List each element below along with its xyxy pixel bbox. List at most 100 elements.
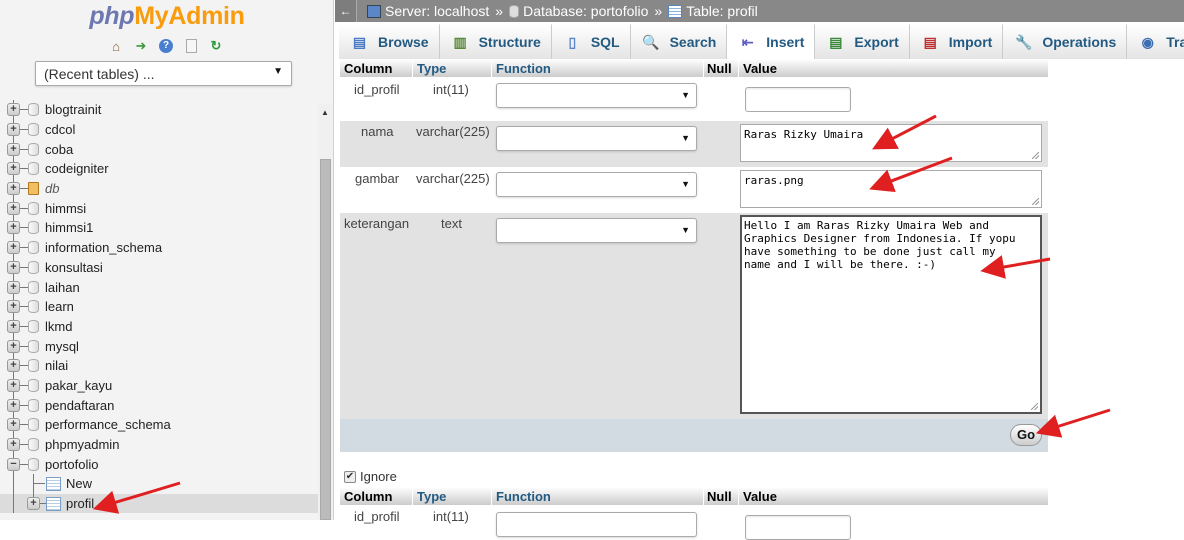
- go-button[interactable]: Go: [1010, 424, 1042, 446]
- tab-sql[interactable]: ▯ SQL: [551, 24, 631, 59]
- checkmark-icon[interactable]: ✔: [344, 470, 356, 483]
- function-select[interactable]: ▼: [496, 126, 697, 151]
- sidebar-item-label[interactable]: cdcol: [45, 122, 75, 137]
- tab-browse[interactable]: ▤ Browse: [339, 24, 440, 59]
- breadcrumb-server[interactable]: Server: localhost: [385, 3, 489, 19]
- sidebar-item-label[interactable]: mysql: [45, 339, 79, 354]
- recent-tables-select[interactable]: (Recent tables) ... ▼: [35, 61, 292, 86]
- sidebar-item-label[interactable]: himmsi: [45, 201, 86, 216]
- tab-structure[interactable]: ▥ Structure: [439, 24, 552, 59]
- expand-icon[interactable]: +: [7, 280, 20, 294]
- value-textarea-keterangan[interactable]: Hello I am Raras Rizky Umaira Web and Gr…: [740, 215, 1042, 414]
- sidebar-item-label[interactable]: portofolio: [45, 457, 98, 472]
- sidebar-item-label[interactable]: performance_schema: [45, 417, 171, 432]
- sidebar-item-konsultasi[interactable]: + konsultasi: [0, 257, 318, 278]
- expand-icon[interactable]: +: [7, 142, 20, 156]
- tab-insert[interactable]: ⇤ Insert: [727, 24, 816, 59]
- sidebar-item-label[interactable]: db: [45, 181, 59, 196]
- ignore-checkbox[interactable]: ✔ Ignore: [344, 469, 397, 484]
- sidebar-item-himmsi[interactable]: + himmsi: [0, 198, 318, 219]
- sidebar-item-mysql[interactable]: + mysql: [0, 336, 318, 356]
- scroll-up-icon[interactable]: ▲: [321, 108, 329, 117]
- sidebar-item-cdcol[interactable]: + cdcol: [0, 119, 318, 140]
- logout-icon[interactable]: ➜: [132, 37, 150, 55]
- reload-icon[interactable]: ↻: [207, 37, 225, 55]
- expand-icon[interactable]: +: [7, 260, 20, 274]
- expand-icon[interactable]: +: [7, 300, 20, 314]
- phpmyadmin-logo[interactable]: phpMyAdmin: [0, 2, 334, 31]
- sidebar-item-performance_schema[interactable]: + performance_schema: [0, 415, 318, 435]
- tab-import[interactable]: ▤ Import: [909, 24, 1004, 59]
- sidebar-item-pendaftaran[interactable]: + pendaftaran: [0, 395, 318, 415]
- expand-icon[interactable]: +: [27, 497, 40, 511]
- tab-operations[interactable]: 🔧 Operations: [1003, 24, 1128, 59]
- sidebar-item-coba[interactable]: + coba: [0, 139, 318, 160]
- sidebar-item-label[interactable]: New: [66, 476, 92, 491]
- resize-handle[interactable]: [1031, 403, 1038, 410]
- expand-icon[interactable]: +: [7, 339, 20, 353]
- collapse-icon[interactable]: −: [7, 457, 20, 471]
- expand-icon[interactable]: +: [7, 123, 20, 137]
- expand-icon[interactable]: +: [7, 201, 20, 215]
- sidebar-item-himmsi1[interactable]: + himmsi1: [0, 218, 318, 238]
- sidebar-item-label[interactable]: himmsi1: [45, 220, 93, 235]
- sidebar-item-label[interactable]: coba: [45, 142, 73, 157]
- sidebar-item-label[interactable]: konsultasi: [45, 260, 103, 275]
- sidebar-item-learn[interactable]: + learn: [0, 296, 318, 317]
- function-select[interactable]: [496, 512, 697, 537]
- expand-icon[interactable]: +: [7, 398, 20, 412]
- breadcrumb-table[interactable]: Table: profil: [686, 3, 758, 19]
- sidebar-item-label[interactable]: laihan: [45, 280, 80, 295]
- sidebar-item-laihan[interactable]: + laihan: [0, 277, 318, 297]
- sidebar-item-label[interactable]: pakar_kayu: [45, 378, 112, 393]
- sidebar-item-codeigniter[interactable]: + codeigniter: [0, 159, 318, 179]
- expand-icon[interactable]: +: [7, 182, 20, 196]
- value-input-id_profil[interactable]: [745, 87, 851, 112]
- sidebar-item-nilai[interactable]: + nilai: [0, 355, 318, 376]
- tab-export[interactable]: ▤ Export: [815, 24, 910, 59]
- breadcrumb-database[interactable]: Database: portofolio: [523, 3, 648, 19]
- sidebar-item-label[interactable]: learn: [45, 299, 74, 314]
- expand-icon[interactable]: +: [7, 438, 20, 452]
- sidebar-item-phpmyadmin[interactable]: + phpmyadmin: [0, 434, 318, 455]
- sidebar-item-information_schema[interactable]: + information_schema: [0, 237, 318, 258]
- sidebar-table-new[interactable]: New: [0, 474, 318, 494]
- home-icon[interactable]: ⌂: [107, 37, 125, 55]
- scrollbar-thumb[interactable]: [320, 159, 331, 520]
- tab-tracking[interactable]: ◉Tracking: [1127, 24, 1184, 59]
- expand-icon[interactable]: +: [7, 418, 20, 432]
- sidebar-scrollbar[interactable]: ▲: [318, 104, 333, 520]
- value-textarea-nama[interactable]: Raras Rizky Umaira: [740, 124, 1042, 162]
- sidebar-item-lkmd[interactable]: + lkmd: [0, 316, 318, 337]
- sidebar-item-label[interactable]: blogtrainit: [45, 102, 101, 117]
- docs-icon[interactable]: [182, 37, 200, 55]
- sidebar-item-portofolio[interactable]: − portofolio: [0, 454, 318, 475]
- resize-handle[interactable]: [1032, 152, 1039, 159]
- sidebar-table-profil[interactable]: + profil: [0, 493, 318, 514]
- function-select[interactable]: ▼: [496, 83, 697, 108]
- tab-search[interactable]: 🔍 Search: [630, 24, 728, 59]
- sidebar-item-label[interactable]: codeigniter: [45, 161, 109, 176]
- help-icon[interactable]: ?: [157, 37, 175, 55]
- function-select[interactable]: ▼: [496, 172, 697, 197]
- collapse-nav-button[interactable]: ←: [335, 0, 357, 22]
- function-select[interactable]: ▼: [496, 218, 697, 243]
- resize-handle[interactable]: [1032, 198, 1039, 205]
- expand-icon[interactable]: +: [7, 103, 20, 117]
- expand-icon[interactable]: +: [7, 221, 20, 235]
- expand-icon[interactable]: +: [7, 162, 20, 176]
- expand-icon[interactable]: +: [7, 319, 20, 333]
- value-textarea-gambar[interactable]: raras.png: [740, 170, 1042, 208]
- sidebar-item-db[interactable]: + db: [0, 178, 318, 199]
- sidebar-item-blogtrainit[interactable]: + blogtrainit: [0, 100, 318, 120]
- expand-icon[interactable]: +: [7, 241, 20, 255]
- expand-icon[interactable]: +: [7, 378, 20, 392]
- sidebar-item-pakar_kayu[interactable]: + pakar_kayu: [0, 375, 318, 396]
- sidebar-item-label[interactable]: information_schema: [45, 240, 162, 255]
- sidebar-item-label[interactable]: profil: [66, 496, 94, 511]
- sidebar-item-label[interactable]: lkmd: [45, 319, 72, 334]
- sidebar-item-label[interactable]: phpmyadmin: [45, 437, 119, 452]
- sidebar-item-label[interactable]: nilai: [45, 358, 68, 373]
- expand-icon[interactable]: +: [7, 359, 20, 373]
- sidebar-item-label[interactable]: pendaftaran: [45, 398, 114, 413]
